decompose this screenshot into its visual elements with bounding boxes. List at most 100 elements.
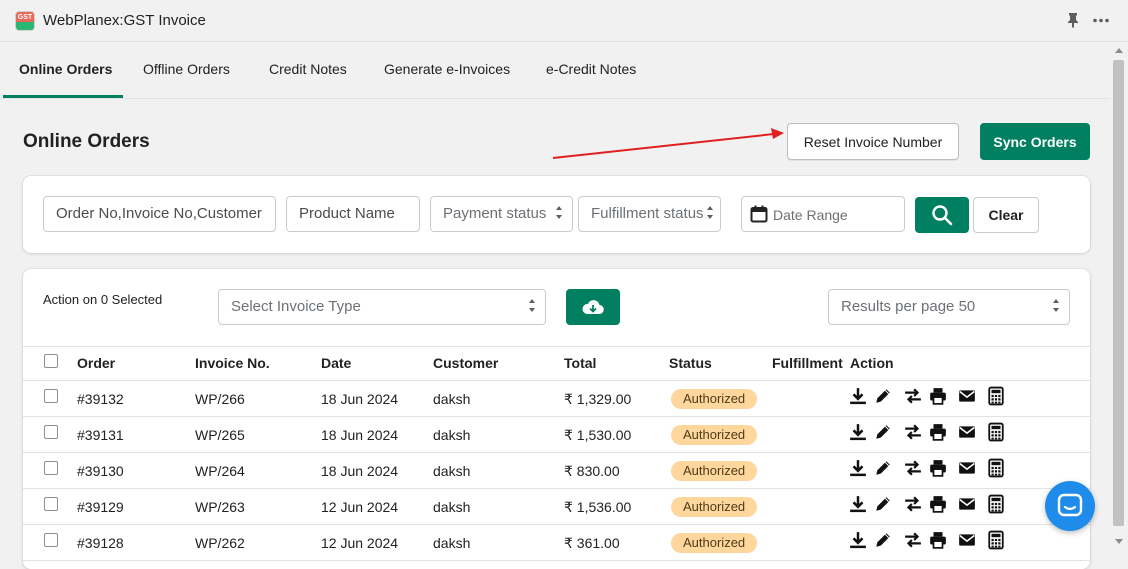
order-search-input[interactable]: Order No,Invoice No,Customer (43, 196, 276, 232)
email-icon[interactable] (958, 386, 976, 406)
calculator-icon[interactable] (987, 494, 1005, 514)
invoice-number: WP/264 (195, 463, 245, 479)
status-badge: Authorized (671, 497, 758, 517)
download-icon[interactable] (849, 422, 867, 442)
clear-button[interactable]: Clear (973, 197, 1039, 233)
print-icon[interactable] (929, 386, 947, 406)
sync-orders-button[interactable]: Sync Orders (980, 123, 1090, 160)
header-invoice-no[interactable]: Invoice No. (195, 347, 270, 380)
customer-name: daksh (433, 391, 471, 407)
print-icon[interactable] (929, 494, 947, 514)
page-title: Online Orders (23, 131, 150, 152)
table-header: Order Invoice No. Date Customer Total St… (23, 346, 1090, 381)
tab-e-credit-notes[interactable]: e-Credit Notes (546, 42, 636, 98)
transfer-icon[interactable] (904, 458, 922, 478)
table-row[interactable]: #39129 WP/263 12 Jun 2024 daksh ₹ 1,536.00 Au… (23, 489, 1090, 525)
select-caret-icon (1053, 299, 1061, 315)
bulk-action-label: Action on 0 Selected (43, 292, 163, 307)
date-range-input[interactable]: Date Range (741, 196, 905, 232)
orders-table-card: Action on 0 Selected Select Invoice Type… (23, 269, 1090, 569)
transfer-icon[interactable] (904, 386, 922, 406)
active-tab-indicator (3, 95, 123, 98)
filter-card: Order No,Invoice No,Customer Product Nam… (23, 176, 1090, 253)
pin-icon[interactable] (1066, 12, 1080, 28)
edit-icon[interactable] (874, 458, 892, 478)
order-date: 18 Jun 2024 (321, 463, 399, 479)
transfer-icon[interactable] (904, 494, 922, 514)
order-number[interactable]: #39132 (77, 381, 124, 416)
table-row[interactable]: #39130 WP/264 18 Jun 2024 daksh ₹ 830.00 Auth… (23, 453, 1090, 489)
product-name-input[interactable]: Product Name (286, 196, 420, 232)
order-number[interactable]: #39131 (77, 417, 124, 452)
order-number[interactable]: #39128 (77, 525, 124, 560)
email-icon[interactable] (958, 422, 976, 442)
header-fulfillment[interactable]: Fulfillment (772, 347, 843, 380)
email-icon[interactable] (958, 530, 976, 550)
calculator-icon[interactable] (987, 458, 1005, 478)
scrollbar-thumb[interactable] (1113, 60, 1124, 526)
select-caret-icon (556, 206, 564, 222)
download-icon[interactable] (849, 458, 867, 478)
calculator-icon[interactable] (987, 530, 1005, 550)
calculator-icon[interactable] (987, 386, 1005, 406)
invoice-number: WP/266 (195, 391, 245, 407)
order-number[interactable]: #39130 (77, 453, 124, 488)
customer-name: daksh (433, 463, 471, 479)
edit-icon[interactable] (874, 530, 892, 550)
tab-offline-orders[interactable]: Offline Orders (143, 42, 230, 98)
edit-icon[interactable] (874, 494, 892, 514)
scroll-down-arrow-icon[interactable] (1115, 539, 1123, 544)
row-checkbox[interactable] (44, 497, 58, 511)
download-icon[interactable] (849, 386, 867, 406)
print-icon[interactable] (929, 530, 947, 550)
download-icon[interactable] (849, 530, 867, 550)
header-customer[interactable]: Customer (433, 347, 498, 380)
select-caret-icon (707, 206, 715, 222)
date-range-placeholder: Date Range (773, 207, 848, 223)
email-icon[interactable] (958, 458, 976, 478)
status-badge: Authorized (671, 389, 758, 409)
search-button[interactable] (915, 197, 969, 233)
print-icon[interactable] (929, 458, 947, 478)
tab-online-orders[interactable]: Online Orders (19, 42, 112, 98)
invoice-number: WP/262 (195, 535, 245, 551)
header-order[interactable]: Order (77, 347, 115, 380)
order-total: ₹ 830.00 (564, 463, 620, 479)
title-bar: GST WebPlanex:GST Invoice (0, 0, 1128, 42)
results-per-page-select[interactable]: Results per page 50 (828, 289, 1070, 325)
row-checkbox[interactable] (44, 461, 58, 475)
fulfillment-status-select[interactable]: Fulfillment status (578, 196, 721, 232)
table-row[interactable]: #39131 WP/265 18 Jun 2024 daksh ₹ 1,530.00 Au… (23, 417, 1090, 453)
table-row[interactable]: #39128 WP/262 12 Jun 2024 daksh ₹ 361.00 Auth… (23, 525, 1090, 561)
edit-icon[interactable] (874, 422, 892, 442)
transfer-icon[interactable] (904, 530, 922, 550)
table-row[interactable]: #39132 WP/266 18 Jun 2024 daksh ₹ 1,329.00 Au… (23, 381, 1090, 417)
cloud-download-button[interactable] (566, 289, 620, 325)
app-logo: GST (15, 11, 35, 31)
scroll-up-arrow-icon[interactable] (1115, 48, 1123, 53)
tab-generate-e-invoices[interactable]: Generate e-Invoices (384, 42, 510, 98)
email-icon[interactable] (958, 494, 976, 514)
calculator-icon[interactable] (987, 422, 1005, 442)
select-all-checkbox[interactable] (44, 354, 58, 368)
reset-invoice-number-button[interactable]: Reset Invoice Number (787, 123, 959, 160)
edit-icon[interactable] (874, 386, 892, 406)
chat-launcher-button[interactable] (1045, 481, 1095, 531)
scrollbar[interactable] (1110, 42, 1128, 548)
row-checkbox[interactable] (44, 389, 58, 403)
transfer-icon[interactable] (904, 422, 922, 442)
header-status[interactable]: Status (669, 347, 712, 380)
header-date[interactable]: Date (321, 347, 351, 380)
invoice-type-select[interactable]: Select Invoice Type (218, 289, 546, 325)
header-total[interactable]: Total (564, 347, 596, 380)
payment-status-select[interactable]: Payment status (430, 196, 573, 232)
order-number[interactable]: #39129 (77, 489, 124, 524)
print-icon[interactable] (929, 422, 947, 442)
tab-credit-notes[interactable]: Credit Notes (269, 42, 347, 98)
row-checkbox[interactable] (44, 533, 58, 547)
invoice-number: WP/263 (195, 499, 245, 515)
order-total: ₹ 1,536.00 (564, 499, 632, 515)
download-icon[interactable] (849, 494, 867, 514)
row-checkbox[interactable] (44, 425, 58, 439)
more-icon[interactable] (1093, 18, 1109, 23)
